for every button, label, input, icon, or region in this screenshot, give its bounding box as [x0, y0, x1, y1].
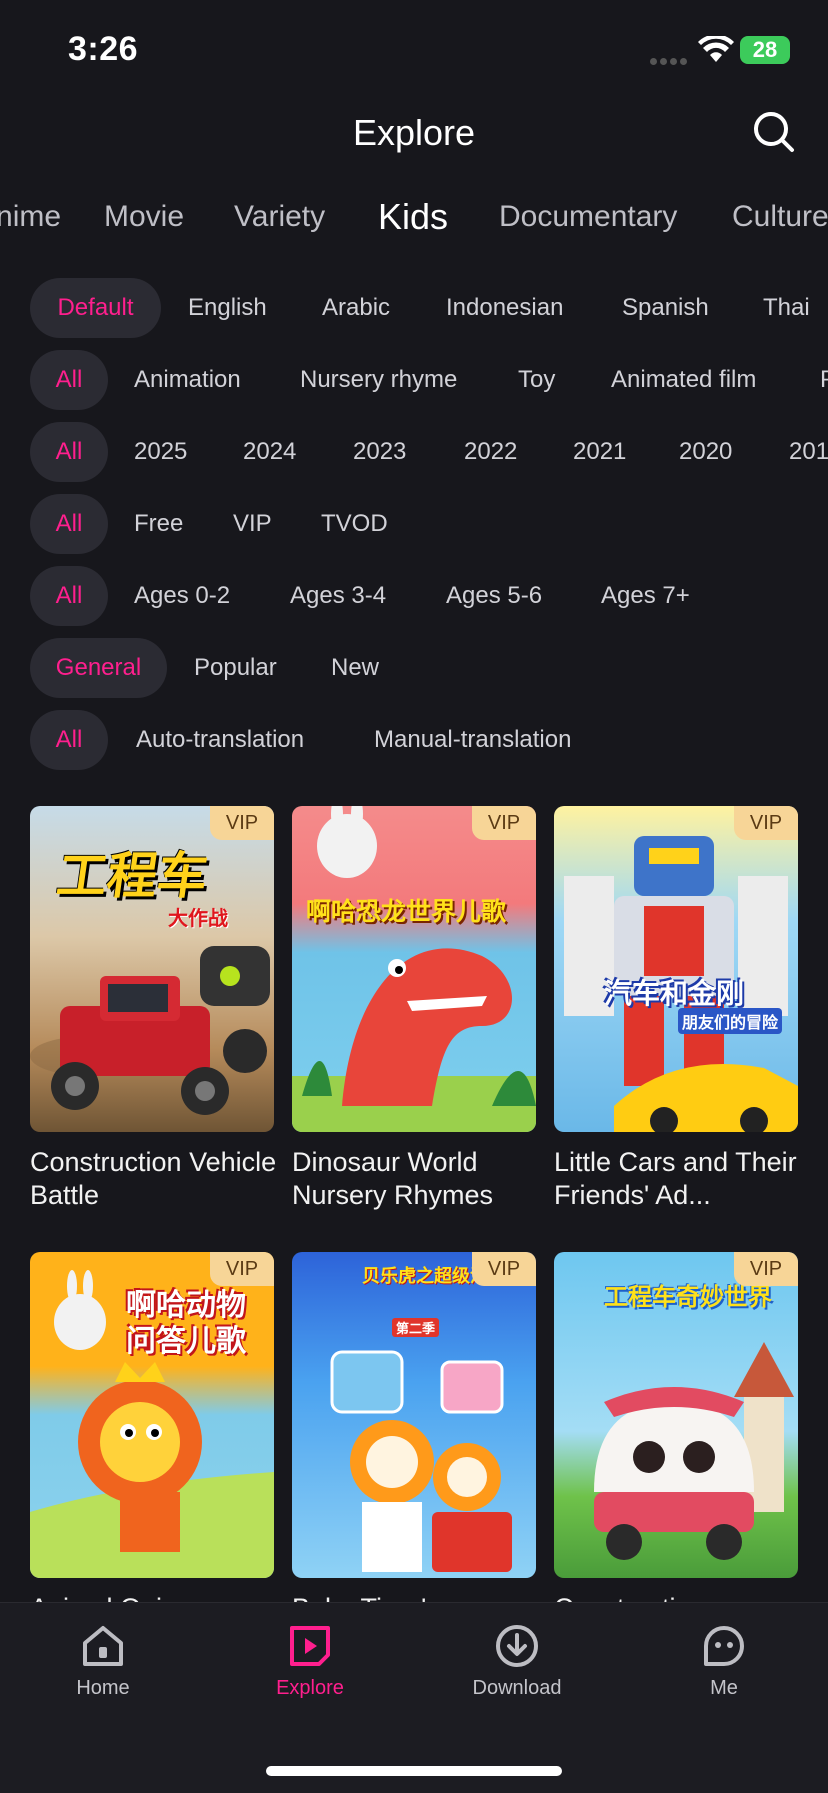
card-title: Construction Vehicle Battle — [30, 1147, 277, 1210]
chip-year-2021[interactable]: 2021 — [573, 422, 626, 482]
poster-title-text: 啊哈恐龙世界儿歌 — [306, 897, 507, 926]
chip-year-2019[interactable]: 201 — [789, 422, 828, 482]
chip-ages-5-6[interactable]: Ages 5-6 — [446, 566, 542, 626]
filter-row-year: All 2025 2024 2023 2022 2021 2020 201 — [0, 422, 828, 482]
chip-free[interactable]: Free — [134, 494, 183, 554]
page-title: Explore — [352, 112, 476, 153]
vip-badge: VIP — [472, 1252, 536, 1286]
card-title: Dinosaur World Nursery Rhymes — [292, 1147, 494, 1210]
poster-image: 汽车和金刚 朋友们的冒险 VIP — [554, 806, 798, 1132]
chip-english[interactable]: English — [188, 278, 267, 338]
poster-image: 工程车 大作战 VIP — [30, 806, 274, 1132]
tab-kids[interactable]: Kids — [378, 196, 448, 238]
chip-ages-7-plus[interactable]: Ages 7+ — [601, 566, 690, 626]
wifi-icon — [698, 36, 734, 62]
chip-more[interactable]: P — [820, 350, 828, 410]
filter-row-genre: All Animation Nursery rhyme Toy Animated… — [0, 350, 828, 410]
chip-all[interactable]: All — [30, 710, 108, 770]
tab-label: Home — [76, 1677, 130, 1699]
poster-image: 啊哈动物问答儿歌 VIP — [30, 1252, 274, 1578]
download-icon — [496, 1625, 538, 1667]
status-bar: 3:26 28 — [0, 0, 828, 100]
filter-row-sort: General Popular New — [0, 638, 828, 698]
tab-download[interactable]: Download — [442, 1623, 592, 1700]
status-time: 3:26 — [68, 30, 139, 68]
chip-popular[interactable]: Popular — [194, 638, 277, 698]
chip-all[interactable]: All — [30, 422, 108, 482]
category-tabs: Anime Movie Variety Kids Documentary Cul… — [0, 190, 828, 250]
chip-thai[interactable]: Thai — [763, 278, 810, 338]
vip-badge: VIP — [734, 806, 798, 840]
chip-animated-film[interactable]: Animated film — [611, 350, 756, 410]
search-icon[interactable] — [752, 110, 796, 154]
poster-subtitle-text: 大作战 — [168, 906, 228, 930]
poster-subtitle-text: 第二季 — [392, 1318, 440, 1337]
chip-default[interactable]: Default — [30, 278, 161, 338]
chip-auto-translation[interactable]: Auto-translation — [136, 710, 304, 770]
chip-toy[interactable]: Toy — [518, 350, 555, 410]
tab-label: Me — [710, 1677, 738, 1699]
tab-variety[interactable]: Variety — [234, 200, 325, 234]
poster-title-text: 啊哈动物问答儿歌 — [126, 1288, 246, 1359]
chip-vip[interactable]: VIP — [233, 494, 272, 554]
poster-image: 啊哈恐龙世界儿歌 VIP — [292, 806, 536, 1132]
chip-year-2024[interactable]: 2024 — [243, 422, 296, 482]
me-icon — [704, 1626, 744, 1666]
poster-image: 工程车奇妙世界 VIP — [554, 1252, 798, 1578]
chip-new[interactable]: New — [331, 638, 379, 698]
chip-all[interactable]: All — [30, 566, 108, 626]
battery-icon: 28 — [740, 36, 790, 64]
chip-ages-3-4[interactable]: Ages 3-4 — [290, 566, 386, 626]
cellular-signal-icon — [650, 52, 692, 65]
chip-nursery-rhyme[interactable]: Nursery rhyme — [300, 350, 457, 410]
poster-title-text: 工程车 — [53, 847, 212, 905]
filter-row-translation: All Auto-translation Manual-translation — [0, 710, 828, 770]
filter-row-language: Default English Arabic Indonesian Spanis… — [0, 278, 828, 338]
vip-badge: VIP — [734, 1252, 798, 1286]
poster-subtitle-text: 朋友们的冒险 — [678, 1008, 783, 1034]
chip-general[interactable]: General — [30, 638, 167, 698]
header: Explore — [0, 100, 828, 170]
chip-year-2025[interactable]: 2025 — [134, 422, 187, 482]
tab-culture[interactable]: Culture — [732, 200, 828, 234]
vip-badge: VIP — [210, 806, 274, 840]
chip-manual-translation[interactable]: Manual-translation — [374, 710, 571, 770]
chip-year-2023[interactable]: 2023 — [353, 422, 406, 482]
tab-me[interactable]: Me — [649, 1623, 799, 1700]
tab-documentary[interactable]: Documentary — [499, 200, 677, 234]
vip-badge: VIP — [472, 806, 536, 840]
tab-explore[interactable]: Explore — [235, 1623, 385, 1700]
tab-home[interactable]: Home — [28, 1623, 178, 1700]
chip-animation[interactable]: Animation — [134, 350, 241, 410]
tab-movie[interactable]: Movie — [104, 200, 184, 234]
chip-arabic[interactable]: Arabic — [322, 278, 390, 338]
filter-row-pricing: All Free VIP TVOD — [0, 494, 828, 554]
card-title: Little Cars and Their Friends' Ad... — [554, 1147, 797, 1210]
chip-tvod[interactable]: TVOD — [321, 494, 388, 554]
filter-row-age: All Ages 0-2 Ages 3-4 Ages 5-6 Ages 7+ — [0, 566, 828, 626]
chip-all[interactable]: All — [30, 350, 108, 410]
poster-image: 贝乐虎之超级汽车 第二季 VIP — [292, 1252, 536, 1578]
vip-badge: VIP — [210, 1252, 274, 1286]
chip-year-2020[interactable]: 2020 — [679, 422, 732, 482]
poster-title-text: 汽车和金刚 — [604, 977, 745, 1010]
tab-anime[interactable]: Anime — [0, 200, 61, 234]
tab-label: Explore — [276, 1677, 344, 1699]
chip-indonesian[interactable]: Indonesian — [446, 278, 563, 338]
explore-icon — [290, 1626, 330, 1666]
chip-spanish[interactable]: Spanish — [622, 278, 709, 338]
chip-year-2022[interactable]: 2022 — [464, 422, 517, 482]
home-indicator[interactable] — [266, 1766, 562, 1776]
poster-title-text: 工程车奇妙世界 — [604, 1283, 772, 1311]
bottom-tab-bar: Home Explore Download Me — [0, 1602, 828, 1793]
chip-ages-0-2[interactable]: Ages 0-2 — [134, 566, 230, 626]
chip-all[interactable]: All — [30, 494, 108, 554]
home-icon — [83, 1626, 123, 1666]
tab-label: Download — [472, 1677, 562, 1699]
